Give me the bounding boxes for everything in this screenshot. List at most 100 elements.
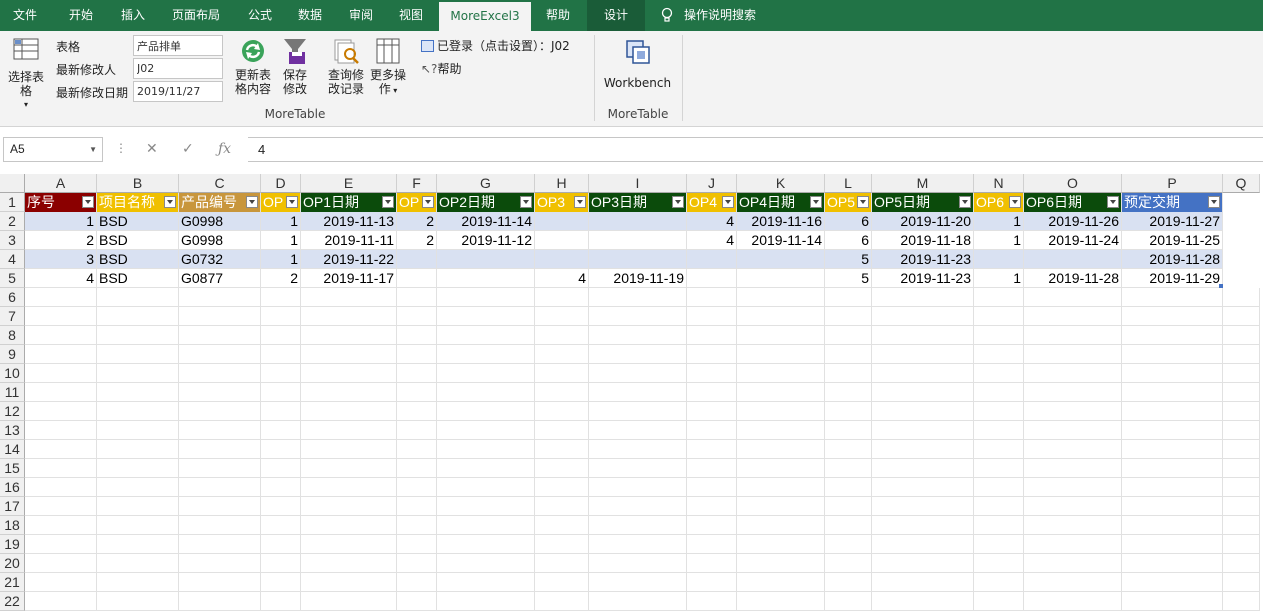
empty-cell[interactable]: [97, 440, 179, 459]
empty-cell[interactable]: [301, 440, 397, 459]
empty-cell[interactable]: [1122, 459, 1223, 478]
empty-cell[interactable]: [261, 345, 301, 364]
table-header-cell[interactable]: OP2日期: [437, 193, 535, 212]
empty-cell[interactable]: [301, 383, 397, 402]
table-cell[interactable]: 2019-11-25: [1122, 231, 1223, 250]
empty-cell[interactable]: [687, 307, 737, 326]
empty-cell[interactable]: [301, 554, 397, 573]
table-cell[interactable]: 2019-11-29: [1122, 269, 1223, 288]
empty-cell[interactable]: [737, 516, 825, 535]
empty-cell[interactable]: [97, 402, 179, 421]
empty-cell[interactable]: [261, 402, 301, 421]
row-header[interactable]: 2: [0, 212, 25, 231]
empty-cell[interactable]: [1122, 592, 1223, 611]
empty-cell[interactable]: [437, 535, 535, 554]
empty-cell[interactable]: [687, 345, 737, 364]
empty-cell[interactable]: [97, 307, 179, 326]
empty-cell[interactable]: [687, 402, 737, 421]
empty-cell[interactable]: [1024, 364, 1122, 383]
empty-cell[interactable]: [437, 402, 535, 421]
empty-cell[interactable]: [872, 554, 974, 573]
table-cell[interactable]: 1: [261, 250, 301, 269]
table-cell[interactable]: 3: [25, 250, 97, 269]
empty-cell[interactable]: [687, 516, 737, 535]
empty-cell[interactable]: [437, 288, 535, 307]
empty-cell[interactable]: [179, 497, 261, 516]
empty-cell[interactable]: [535, 288, 589, 307]
table-cell[interactable]: 4: [687, 212, 737, 231]
empty-cell[interactable]: [261, 288, 301, 307]
column-header-f[interactable]: F: [397, 174, 437, 193]
empty-cell[interactable]: [974, 383, 1024, 402]
empty-cell[interactable]: [974, 497, 1024, 516]
empty-cell[interactable]: [25, 573, 97, 592]
empty-cell[interactable]: [437, 307, 535, 326]
worksheet-grid[interactable]: A B C D E F G H I J K L M N O P Q 1 2 3 4 5 6 7 8 9 10 11 12 13 14 15 16…: [0, 174, 1263, 616]
column-header-h[interactable]: H: [535, 174, 589, 193]
empty-cell[interactable]: [535, 326, 589, 345]
empty-cell[interactable]: [301, 421, 397, 440]
table-cell[interactable]: 2019-11-23: [872, 269, 974, 288]
row-header[interactable]: 14: [0, 440, 25, 459]
table-cell[interactable]: 2019-11-22: [301, 250, 397, 269]
empty-cell[interactable]: [535, 592, 589, 611]
empty-cell[interactable]: [97, 592, 179, 611]
save-changes-button[interactable]: 保存 修改: [277, 37, 313, 96]
empty-cell[interactable]: [737, 288, 825, 307]
empty-cell[interactable]: [687, 535, 737, 554]
empty-cell[interactable]: [589, 307, 687, 326]
empty-cell[interactable]: [589, 440, 687, 459]
logged-in-link[interactable]: 已登录（点击设置）：J02: [421, 37, 570, 54]
empty-cell[interactable]: [397, 592, 437, 611]
filter-dropdown-icon[interactable]: [959, 196, 971, 208]
empty-cell[interactable]: [301, 345, 397, 364]
empty-cell[interactable]: [589, 364, 687, 383]
empty-cell[interactable]: [25, 478, 97, 497]
table-cell[interactable]: 5: [825, 250, 872, 269]
empty-cell[interactable]: [589, 573, 687, 592]
empty-cell[interactable]: [687, 421, 737, 440]
more-actions-button[interactable]: 更多操 作 ▾: [367, 37, 409, 98]
tab-data[interactable]: 数据: [285, 0, 335, 31]
empty-cell[interactable]: [737, 573, 825, 592]
empty-cell[interactable]: [1122, 478, 1223, 497]
empty-cell[interactable]: [437, 440, 535, 459]
empty-cell[interactable]: [1223, 326, 1260, 345]
empty-cell[interactable]: [179, 440, 261, 459]
filter-dropdown-icon[interactable]: [382, 196, 394, 208]
table-cell[interactable]: 2019-11-23: [872, 250, 974, 269]
empty-cell[interactable]: [687, 326, 737, 345]
empty-cell[interactable]: [535, 554, 589, 573]
empty-cell[interactable]: [301, 326, 397, 345]
empty-cell[interactable]: [397, 459, 437, 478]
tab-formulas[interactable]: 公式: [235, 0, 285, 31]
table-cell[interactable]: G0732: [179, 250, 261, 269]
empty-cell[interactable]: [974, 345, 1024, 364]
table-cell[interactable]: G0877: [179, 269, 261, 288]
table-header-cell[interactable]: 序号: [25, 193, 97, 212]
empty-cell[interactable]: [825, 364, 872, 383]
empty-cell[interactable]: [97, 288, 179, 307]
column-header-g[interactable]: G: [437, 174, 535, 193]
table-cell[interactable]: 2019-11-12: [437, 231, 535, 250]
empty-cell[interactable]: [1223, 459, 1260, 478]
empty-cell[interactable]: [1024, 459, 1122, 478]
empty-cell[interactable]: [825, 535, 872, 554]
row-header[interactable]: 15: [0, 459, 25, 478]
empty-cell[interactable]: [687, 573, 737, 592]
empty-cell[interactable]: [825, 554, 872, 573]
table-cell[interactable]: [437, 269, 535, 288]
table-resize-handle[interactable]: [1219, 284, 1223, 288]
table-name-field[interactable]: [133, 35, 223, 56]
empty-cell[interactable]: [589, 497, 687, 516]
insert-function-icon[interactable]: ƒx: [218, 141, 231, 157]
empty-cell[interactable]: [737, 497, 825, 516]
empty-cell[interactable]: [97, 364, 179, 383]
row-header[interactable]: 4: [0, 250, 25, 269]
empty-cell[interactable]: [97, 516, 179, 535]
empty-cell[interactable]: [1223, 440, 1260, 459]
empty-cell[interactable]: [397, 402, 437, 421]
empty-cell[interactable]: [261, 554, 301, 573]
empty-cell[interactable]: [1024, 440, 1122, 459]
empty-cell[interactable]: [261, 478, 301, 497]
